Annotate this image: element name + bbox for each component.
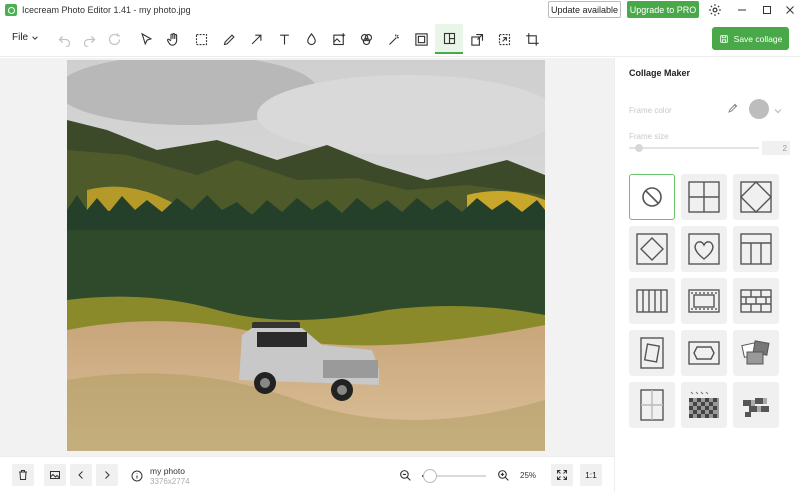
add-image-icon[interactable] xyxy=(325,24,353,54)
zoom-slider-thumb[interactable] xyxy=(422,469,437,483)
layout-film-strip[interactable] xyxy=(681,278,727,324)
info-icon[interactable] xyxy=(131,469,143,482)
layout-split-vertical[interactable] xyxy=(629,382,675,428)
chevron-down-icon[interactable] xyxy=(773,103,785,115)
layout-checker-diagonal[interactable] xyxy=(681,382,727,428)
photo[interactable] xyxy=(67,60,545,451)
file-dimensions: 3376x2774 xyxy=(150,477,190,486)
fit-to-screen-icon[interactable] xyxy=(551,464,573,486)
upgrade-to-pro-button[interactable]: Upgrade to PRO xyxy=(627,1,699,18)
window-title: Icecream Photo Editor 1.41 - my photo.jp… xyxy=(22,5,191,15)
undo-icon[interactable] xyxy=(50,24,78,54)
resize-icon[interactable] xyxy=(490,24,518,54)
select-icon[interactable] xyxy=(132,24,160,54)
crop-icon[interactable] xyxy=(518,24,546,54)
maximize-icon[interactable] xyxy=(755,0,779,20)
frame-size-label: Frame size xyxy=(629,132,669,141)
save-icon xyxy=(719,34,728,43)
frame-color-swatch[interactable] xyxy=(749,99,769,119)
title-bar: Icecream Photo Editor 1.41 - my photo.jp… xyxy=(0,0,800,20)
layout-none[interactable] xyxy=(629,174,675,220)
image-compare-icon[interactable] xyxy=(44,464,66,486)
layout-heart[interactable] xyxy=(681,226,727,272)
layout-brick-grid[interactable] xyxy=(733,278,779,324)
layout-grid-2x2[interactable] xyxy=(681,174,727,220)
file-menu-label: File xyxy=(12,32,29,43)
layout-checker-scatter[interactable] xyxy=(733,382,779,428)
status-bar: my photo 3376x2774 25% 1:1 xyxy=(0,456,614,492)
app-window: Icecream Photo Editor 1.41 - my photo.jp… xyxy=(0,0,800,492)
fill-icon[interactable] xyxy=(297,24,325,54)
app-logo-icon xyxy=(5,4,17,16)
zoom-out-icon[interactable] xyxy=(399,469,412,482)
file-name: my photo xyxy=(150,466,185,476)
layout-diamond-center[interactable] xyxy=(629,226,675,272)
minimize-icon[interactable] xyxy=(730,0,754,20)
collage-icon[interactable] xyxy=(435,24,463,54)
layout-vertical-strips[interactable] xyxy=(629,278,675,324)
eyedropper-icon[interactable] xyxy=(727,101,741,115)
chevron-down-icon xyxy=(32,35,38,40)
crop-select-icon[interactable] xyxy=(187,24,215,54)
mountain-landscape-image xyxy=(67,60,545,451)
trash-icon[interactable] xyxy=(12,464,34,486)
panel-title: Collage Maker xyxy=(629,68,691,78)
previous-image-icon[interactable] xyxy=(70,464,92,486)
frame-size-slider[interactable] xyxy=(629,147,759,149)
frame-size-slider-thumb[interactable] xyxy=(635,144,643,152)
layout-tilted-photos[interactable] xyxy=(733,330,779,376)
layout-center-frame[interactable] xyxy=(681,330,727,376)
next-image-icon[interactable] xyxy=(96,464,118,486)
layout-rotated-frame[interactable] xyxy=(629,330,675,376)
filters-icon[interactable] xyxy=(352,24,380,54)
save-collage-label: Save collage xyxy=(733,33,783,44)
close-icon[interactable] xyxy=(778,0,800,20)
main-toolbar: File Save collage xyxy=(0,20,800,57)
zoom-in-icon[interactable] xyxy=(497,469,510,482)
canvas-area[interactable] xyxy=(0,58,614,456)
collage-maker-panel: Collage Maker Frame color Frame size 2 xyxy=(614,58,800,492)
text-icon[interactable] xyxy=(270,24,298,54)
frame-color-label: Frame color xyxy=(629,106,672,115)
arrow-icon[interactable] xyxy=(242,24,270,54)
settings-gear-icon[interactable] xyxy=(707,2,723,18)
pencil-icon[interactable] xyxy=(215,24,243,54)
layout-top-strip[interactable] xyxy=(733,226,779,272)
file-menu[interactable]: File xyxy=(12,32,39,43)
update-available-button[interactable]: Update available xyxy=(548,1,621,18)
save-collage-button[interactable]: Save collage xyxy=(712,27,789,50)
magic-wand-icon[interactable] xyxy=(380,24,408,54)
actual-size-button[interactable]: 1:1 xyxy=(580,464,602,486)
zoom-level-label: 25% xyxy=(520,471,537,480)
export-icon[interactable] xyxy=(463,24,491,54)
frame-icon[interactable] xyxy=(407,24,435,54)
frame-size-input[interactable]: 2 xyxy=(762,141,790,155)
reset-icon[interactable] xyxy=(100,24,128,54)
hand-icon[interactable] xyxy=(159,24,187,54)
redo-icon[interactable] xyxy=(75,24,103,54)
layout-diamond-corners[interactable] xyxy=(733,174,779,220)
